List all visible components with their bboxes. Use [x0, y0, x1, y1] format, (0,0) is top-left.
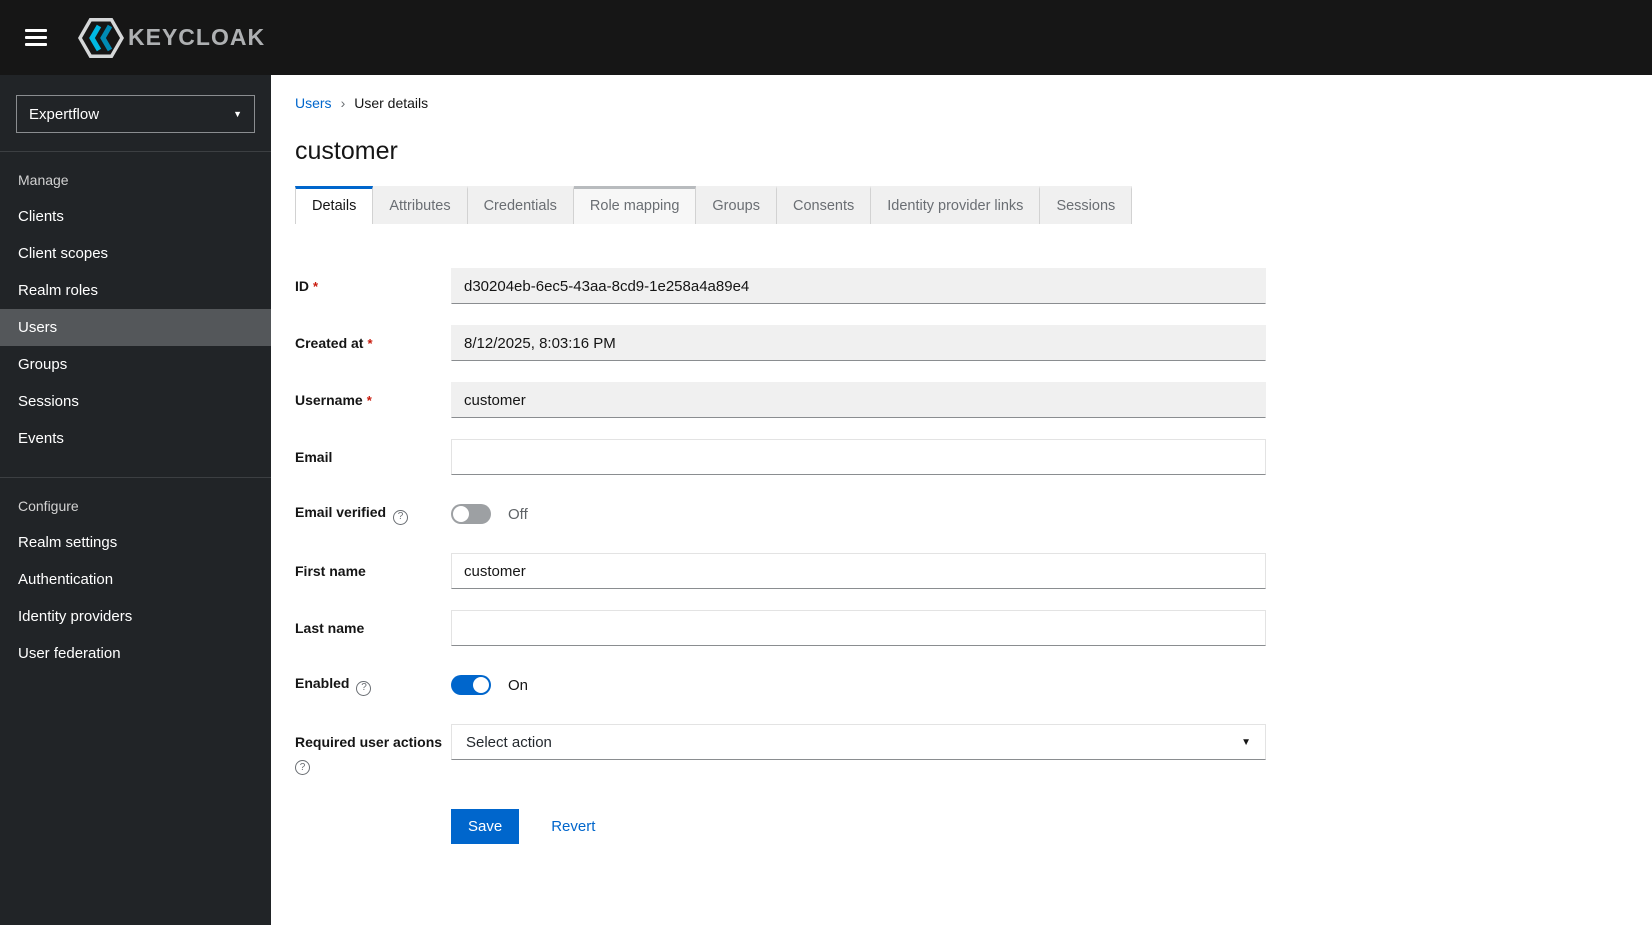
form-row-last-name: Last name: [295, 610, 1628, 646]
field-label-last-name: Last name: [295, 619, 365, 636]
field-label-required-user-actions: Required user actions ?: [295, 724, 451, 775]
masthead: KEYCLOAK: [0, 0, 1652, 75]
nav-section-title-configure: Configure: [18, 498, 79, 514]
select-placeholder: Select action: [466, 733, 552, 751]
help-icon[interactable]: ?: [295, 759, 310, 775]
sidebar-item-identity-providers[interactable]: Identity providers: [0, 598, 271, 635]
email-verified-toggle[interactable]: [451, 504, 491, 524]
help-icon[interactable]: ?: [356, 680, 372, 696]
user-details-form: ID* Created at* Username*: [295, 268, 1628, 884]
first-name-field[interactable]: [451, 553, 1266, 589]
tab-consents[interactable]: Consents: [776, 186, 872, 224]
sidebar-item-clients[interactable]: Clients: [0, 198, 271, 235]
field-label-email: Email: [295, 448, 333, 465]
enabled-toggle[interactable]: [451, 675, 491, 695]
breadcrumb-divider-icon: ›: [340, 95, 346, 111]
tab-attributes[interactable]: Attributes: [373, 186, 468, 224]
tab-sessions[interactable]: Sessions: [1040, 186, 1133, 224]
sidebar-item-client-scopes[interactable]: Client scopes: [0, 235, 271, 272]
sidebar-item-realm-settings[interactable]: Realm settings: [0, 524, 271, 561]
tab-details[interactable]: Details: [295, 186, 374, 224]
sidebar-item-authentication[interactable]: Authentication: [0, 561, 271, 598]
field-label-first-name: First name: [295, 562, 366, 579]
sidebar-item-realm-roles[interactable]: Realm roles: [0, 272, 271, 309]
created-at-field[interactable]: [451, 325, 1266, 361]
main-content: Users › User details customer Details At…: [271, 75, 1652, 925]
breadcrumb-users-link[interactable]: Users: [295, 95, 332, 111]
sidebar-item-users[interactable]: Users: [0, 309, 271, 346]
help-icon[interactable]: ?: [393, 509, 409, 525]
keycloak-logo-icon: [78, 17, 124, 58]
nav-toggle-button[interactable]: [16, 18, 56, 58]
form-row-required-user-actions: Required user actions ? Select action ▼: [295, 724, 1628, 775]
sidebar-nav: Expertflow ▼ Manage Clients Client scope…: [0, 75, 271, 925]
keycloak-brand-link[interactable]: KEYCLOAK: [78, 17, 266, 58]
field-label-created-at: Created at *: [295, 334, 373, 351]
tab-credentials[interactable]: Credentials: [467, 186, 574, 224]
chevron-down-icon: ▼: [233, 109, 242, 119]
enabled-state: On: [508, 676, 529, 694]
page-title: customer: [295, 137, 398, 165]
sidebar-item-user-federation[interactable]: User federation: [0, 635, 271, 672]
field-label-enabled: Enabled?: [295, 674, 451, 696]
breadcrumb-current: User details: [354, 95, 429, 111]
form-row-id: ID *: [295, 268, 1628, 304]
form-row-enabled: Enabled? On: [295, 667, 1628, 703]
form-row-created-at: Created at *: [295, 325, 1628, 361]
email-verified-state: Off: [508, 505, 528, 523]
field-label-email-verified: Email verified?: [295, 503, 451, 525]
breadcrumb: Users › User details: [295, 95, 1628, 111]
tab-role-mapping[interactable]: Role mapping: [573, 186, 697, 224]
save-button[interactable]: Save: [451, 808, 520, 844]
revert-button[interactable]: Revert: [551, 818, 595, 835]
field-label-id: ID *: [295, 277, 319, 294]
form-row-username: Username *: [295, 382, 1628, 418]
field-label-username: Username *: [295, 391, 372, 408]
tab-identity-provider-links[interactable]: Identity provider links: [871, 186, 1041, 224]
realm-selector-dropdown[interactable]: Expertflow ▼: [16, 95, 255, 133]
tab-bar: Details Attributes Credentials Role mapp…: [295, 186, 1628, 224]
sidebar-item-sessions[interactable]: Sessions: [0, 383, 271, 420]
form-row-email-verified: Email verified? Off: [295, 496, 1628, 532]
username-field[interactable]: [451, 382, 1266, 418]
required-asterisk: *: [367, 335, 373, 351]
nav-section-manage: Manage Clients Client scopes Realm roles…: [0, 151, 271, 465]
nav-section-title-manage: Manage: [18, 172, 69, 188]
caret-down-icon: ▼: [1241, 736, 1251, 748]
form-row-first-name: First name: [295, 553, 1628, 589]
email-field[interactable]: [451, 439, 1266, 475]
form-row-email: Email: [295, 439, 1628, 475]
required-asterisk: *: [366, 392, 372, 408]
tab-groups[interactable]: Groups: [696, 186, 777, 224]
required-user-actions-select[interactable]: Select action ▼: [451, 724, 1266, 760]
realm-selector-label: Expertflow: [29, 105, 100, 123]
nav-section-configure: Configure Realm settings Authentication …: [0, 477, 271, 680]
sidebar-item-events[interactable]: Events: [0, 420, 271, 457]
required-asterisk: *: [313, 278, 319, 294]
last-name-field[interactable]: [451, 610, 1266, 646]
sidebar-item-groups[interactable]: Groups: [0, 346, 271, 383]
id-field[interactable]: [451, 268, 1266, 304]
form-actions: Save Revert: [451, 808, 1628, 884]
brand-wordmark: KEYCLOAK: [128, 24, 266, 50]
